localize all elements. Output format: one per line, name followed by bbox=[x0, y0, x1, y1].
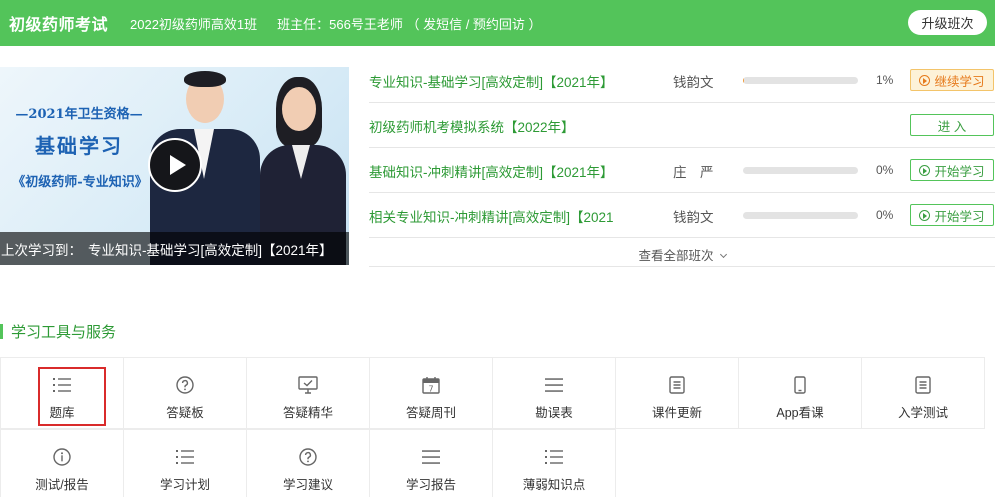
tools-row-1: 题库 答疑板 答疑精华 7 答疑周刊 勘误表 课件更新 App看课 入学测试 bbox=[0, 357, 995, 430]
tool-weak-points[interactable]: 薄弱知识点 bbox=[492, 429, 616, 497]
question-circle-icon bbox=[174, 375, 196, 395]
document-icon bbox=[666, 375, 688, 395]
course-teacher: 钱韵文 bbox=[673, 75, 714, 90]
tool-label: App看课 bbox=[776, 406, 824, 420]
chevron-down-icon bbox=[719, 250, 727, 259]
view-all-classes-link[interactable]: 查看全部班次 bbox=[369, 241, 995, 267]
course-progress-text: 1% bbox=[876, 73, 894, 87]
last-studied-course: 专业知识-基础学习[高效定制]【2021年】 bbox=[88, 242, 333, 258]
tool-label: 答疑周刊 bbox=[405, 406, 456, 420]
play-circle-icon bbox=[919, 74, 931, 86]
tool-entrance-test[interactable]: 入学测试 bbox=[861, 357, 985, 429]
course-list: 专业知识-基础学习[高效定制]【2021年】 钱韵文 1% 继续学习 初级药师机… bbox=[369, 58, 995, 238]
tool-label: 题库 bbox=[49, 406, 75, 420]
list-icon bbox=[543, 447, 565, 467]
tool-courseware-update[interactable]: 课件更新 bbox=[615, 357, 739, 429]
tool-qa-board[interactable]: 答疑板 bbox=[123, 357, 247, 429]
tool-label: 课件更新 bbox=[651, 406, 702, 420]
class-name: 2022初级药师高效1班 bbox=[130, 16, 258, 32]
enter-label: 进 入 bbox=[937, 119, 967, 134]
section-accent-bar bbox=[0, 323, 3, 339]
start-study-label: 开始学习 bbox=[934, 209, 985, 224]
course-banner[interactable]: —2021年卫生资格— 基础学习 《初级药师-专业知识》 上次学习到： 专业知识… bbox=[0, 67, 349, 265]
tool-label: 入学测试 bbox=[897, 406, 948, 420]
course-row: 基础知识-冲刺精讲[高效定制]【2021年】 庄 严 0% 开始学习 bbox=[369, 148, 995, 193]
exam-title: 初级药师考试 bbox=[9, 17, 109, 34]
course-teacher: 庄 严 bbox=[673, 165, 714, 180]
banner-year-text: —2021年卫生资格— bbox=[15, 107, 143, 122]
calendar-icon: 7 bbox=[420, 375, 442, 395]
continue-study-button[interactable]: 继续学习 bbox=[910, 69, 994, 91]
tool-label: 答疑板 bbox=[166, 406, 204, 420]
play-circle-icon bbox=[919, 164, 931, 176]
tool-study-advice[interactable]: 学习建议 bbox=[246, 429, 370, 497]
course-teacher: 钱韵文 bbox=[673, 210, 714, 225]
play-circle-icon bbox=[919, 209, 931, 221]
tools-section-title: 学习工具与服务 bbox=[0, 321, 116, 341]
tool-test-report[interactable]: 测试/报告 bbox=[0, 429, 124, 497]
svg-text:7: 7 bbox=[428, 384, 433, 393]
tool-qa-highlights[interactable]: 答疑精华 bbox=[246, 357, 370, 429]
course-row: 专业知识-基础学习[高效定制]【2021年】 钱韵文 1% 继续学习 bbox=[369, 58, 995, 103]
tool-errata[interactable]: 勘误表 bbox=[492, 357, 616, 429]
tools-row-2: 测试/报告 学习计划 学习建议 学习报告 薄弱知识点 bbox=[0, 429, 995, 497]
menu-lines-icon bbox=[420, 447, 442, 467]
course-progress-text: 0% bbox=[876, 208, 894, 222]
banner-main-text: 基础学习 bbox=[35, 134, 123, 158]
tool-study-report[interactable]: 学习报告 bbox=[369, 429, 493, 497]
course-progress-bar bbox=[743, 77, 858, 84]
tool-label: 学习建议 bbox=[282, 478, 333, 492]
course-name-link[interactable]: 专业知识-基础学习[高效定制]【2021年】 bbox=[369, 71, 631, 91]
tool-label: 薄弱知识点 bbox=[522, 478, 586, 492]
start-study-button[interactable]: 开始学习 bbox=[910, 159, 994, 181]
phone-icon bbox=[789, 375, 811, 395]
tool-question-bank[interactable]: 题库 bbox=[0, 357, 124, 429]
course-name-link[interactable]: 相关专业知识-冲刺精讲[高效定制]【2021 bbox=[369, 206, 631, 226]
course-row: 初级药师机考模拟系统【2022年】 进 入 bbox=[369, 103, 995, 148]
course-progress-bar bbox=[743, 167, 858, 174]
tool-app-course[interactable]: App看课 bbox=[738, 357, 862, 429]
top-header: 初级药师考试 2022初级药师高效1班 班主任：566号王老师 （ 发短信 / … bbox=[0, 0, 995, 46]
question-circle-icon bbox=[297, 447, 319, 467]
tool-label: 学习计划 bbox=[159, 478, 210, 492]
tools-grid: 题库 答疑板 答疑精华 7 答疑周刊 勘误表 课件更新 App看课 入学测试 测试… bbox=[0, 357, 995, 497]
upgrade-class-button[interactable]: 升级班次 bbox=[908, 10, 987, 35]
course-name-link[interactable]: 初级药师机考模拟系统【2022年】 bbox=[369, 116, 631, 136]
last-studied-label: 上次学习到： bbox=[1, 242, 82, 258]
list-icon bbox=[174, 447, 196, 467]
tools-section-heading: 学习工具与服务 bbox=[11, 323, 117, 341]
list-icon bbox=[51, 375, 73, 395]
tool-qa-weekly[interactable]: 7 答疑周刊 bbox=[369, 357, 493, 429]
tool-label: 学习报告 bbox=[405, 478, 456, 492]
tool-label: 答疑精华 bbox=[282, 406, 333, 420]
start-study-label: 开始学习 bbox=[934, 164, 985, 179]
start-study-button[interactable]: 开始学习 bbox=[910, 204, 994, 226]
continue-study-label: 继续学习 bbox=[934, 74, 985, 89]
enter-button[interactable]: 进 入 bbox=[910, 114, 994, 136]
view-all-label: 查看全部班次 bbox=[638, 249, 714, 263]
course-row: 相关专业知识-冲刺精讲[高效定制]【2021 钱韵文 0% 开始学习 bbox=[369, 193, 995, 238]
tool-label: 勘误表 bbox=[535, 406, 573, 420]
menu-lines-icon bbox=[543, 375, 565, 395]
course-progress-bar bbox=[743, 212, 858, 219]
course-progress-text: 0% bbox=[876, 163, 894, 177]
document-icon bbox=[912, 375, 934, 395]
head-teacher-info[interactable]: 班主任：566号王老师 （ 发短信 / 预约回访 ） bbox=[277, 14, 541, 33]
info-circle-icon bbox=[51, 447, 73, 467]
last-studied-bar[interactable]: 上次学习到： 专业知识-基础学习[高效定制]【2021年】 bbox=[0, 232, 349, 265]
course-name-link[interactable]: 基础知识-冲刺精讲[高效定制]【2021年】 bbox=[369, 161, 631, 181]
tool-study-plan[interactable]: 学习计划 bbox=[123, 429, 247, 497]
banner-sub-text: 《初级药师-专业知识》 bbox=[12, 175, 148, 190]
tool-label: 测试/报告 bbox=[35, 478, 89, 492]
monitor-icon bbox=[297, 375, 319, 395]
play-video-button[interactable] bbox=[148, 138, 202, 192]
